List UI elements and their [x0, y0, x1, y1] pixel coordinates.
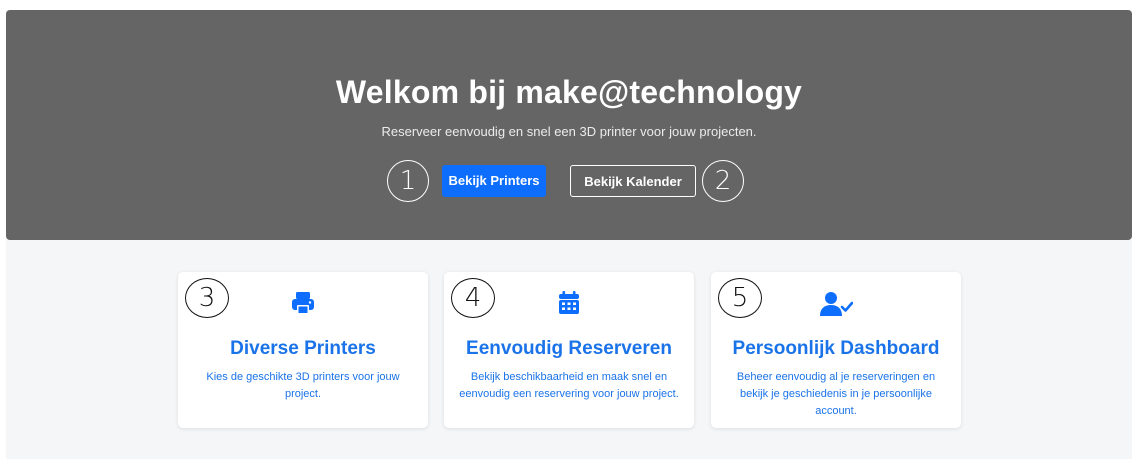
feature-card-printers: 3 Diverse Printers Kies de geschikte 3D …	[178, 272, 428, 428]
calendar-icon	[444, 290, 694, 320]
printer-icon	[178, 290, 428, 320]
hero-banner: Welkom bij make@technology Reserveer een…	[6, 10, 1132, 240]
hero-button-row: 1 Bekijk Printers Bekijk Kalender 2	[6, 155, 1132, 209]
feature-description: Kies de geschikte 3D printers voor jouw …	[206, 371, 400, 400]
view-printers-button[interactable]: Bekijk Printers	[442, 165, 546, 197]
user-check-icon	[711, 290, 961, 320]
view-calendar-button[interactable]: Bekijk Kalender	[570, 165, 696, 197]
feature-card-dashboard: 5 Persoonlijk Dashboard Beheer eenvoudig…	[711, 272, 961, 428]
hero-title: Welkom bij make@technology	[335, 74, 803, 110]
annotation-marker-2: 2	[702, 160, 744, 202]
hero-subtitle: Reserveer eenvoudig en snel een 3D print…	[381, 124, 757, 139]
feature-description: Beheer eenvoudig al je reserveringen en …	[736, 371, 936, 417]
feature-title: Eenvoudig Reserveren	[466, 338, 672, 359]
feature-card-reserveren: 4 Eenvoudig Reserveren Bekijk beschikbaa…	[444, 272, 694, 428]
feature-title: Persoonlijk Dashboard	[732, 338, 940, 359]
annotation-marker-1: 1	[387, 160, 429, 202]
feature-title: Diverse Printers	[230, 338, 376, 359]
feature-description: Bekijk beschikbaarheid en maak snel en e…	[459, 371, 679, 400]
